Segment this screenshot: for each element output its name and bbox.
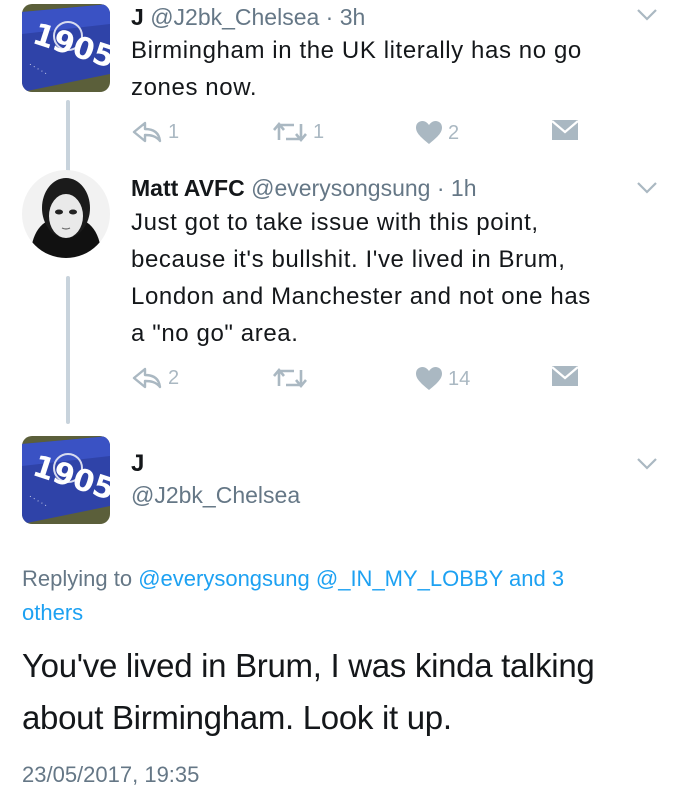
heart-icon: [416, 367, 442, 390]
tweet-header: J @J2bk_Chelsea · 3h: [131, 4, 365, 31]
tweet-actions: 1 1 2: [0, 120, 675, 150]
mention-link[interactable]: @_IN_MY_LOBBY: [316, 566, 503, 591]
reply-icon: [132, 367, 162, 389]
detail-name[interactable]: J: [131, 450, 144, 478]
retweet-action[interactable]: 1: [272, 120, 324, 144]
display-name[interactable]: J: [131, 4, 144, 30]
chevron-down-icon[interactable]: [636, 8, 658, 22]
retweet-icon: [273, 367, 307, 389]
detail-text: You've lived in Brum, I was kinda talkin…: [22, 640, 662, 744]
others-link[interactable]: others: [22, 600, 83, 625]
tweet-text-line: zones now.: [131, 74, 258, 101]
tweet-text-line: because it's bullshit. I've lived in Bru…: [131, 246, 566, 273]
tweet-text-line: Birmingham in the UK literally has no go: [131, 37, 582, 64]
dm-action[interactable]: [552, 120, 578, 140]
tweet-text-line: London and Manchester and not one has: [131, 283, 591, 310]
envelope-icon: [552, 366, 578, 386]
detail-timestamp[interactable]: 23/05/2017, 19:35: [22, 762, 199, 788]
replying-to: Replying to @everysongsung @_IN_MY_LOBBY…: [22, 562, 642, 630]
tweet-header: Matt AVFC @everysongsung · 1h: [131, 175, 477, 202]
tweet-text-line: Just got to take issue with this point,: [131, 209, 539, 236]
avatar-j2bk[interactable]: 1905 · · · · ·: [22, 4, 110, 92]
chevron-down-icon[interactable]: [636, 457, 658, 471]
reply-icon: [132, 121, 162, 143]
tweet-actions: 2 14: [0, 366, 675, 396]
retweet-count: 1: [313, 120, 325, 143]
mention-link[interactable]: @everysongsung: [138, 566, 310, 591]
like-count: 2: [448, 121, 460, 144]
others-link[interactable]: and 3: [509, 566, 564, 591]
reply-action[interactable]: 2: [131, 366, 179, 390]
thread-connector: [66, 276, 70, 424]
reply-count: 2: [168, 366, 180, 389]
replying-prefix: Replying to: [22, 566, 133, 591]
dot-separator: ·: [430, 175, 451, 201]
like-count: 14: [448, 367, 471, 390]
tweet-time[interactable]: 3h: [340, 4, 366, 30]
detail-text-line: about Birmingham. Look it up.: [22, 699, 452, 736]
reply-action[interactable]: 1: [131, 120, 179, 144]
reply-count: 1: [168, 120, 180, 143]
heart-icon: [416, 121, 442, 144]
display-name[interactable]: Matt AVFC: [131, 175, 245, 201]
like-action[interactable]: 2: [415, 120, 459, 146]
user-handle[interactable]: @J2bk_Chelsea: [150, 4, 319, 30]
tweet-text: Birmingham in the UK literally has no go…: [131, 32, 582, 106]
avatar-everysongsung[interactable]: [22, 170, 110, 258]
retweet-icon: [273, 121, 307, 143]
detail-text-line: You've lived in Brum, I was kinda talkin…: [22, 647, 595, 684]
tweet-text-line: a "no go" area.: [131, 320, 299, 347]
tweet-time[interactable]: 1h: [451, 175, 477, 201]
user-handle[interactable]: @everysongsung: [251, 175, 430, 201]
retweet-action[interactable]: [272, 366, 313, 390]
envelope-icon: [552, 120, 578, 140]
like-action[interactable]: 14: [415, 366, 470, 392]
chevron-down-icon[interactable]: [636, 181, 658, 195]
avatar-j2bk[interactable]: 1905 · · · · ·: [22, 436, 110, 524]
tweet-text: Just got to take issue with this point, …: [131, 204, 591, 352]
dot-separator: ·: [319, 4, 340, 30]
detail-handle[interactable]: @J2bk_Chelsea: [131, 482, 300, 509]
dm-action[interactable]: [552, 366, 578, 386]
